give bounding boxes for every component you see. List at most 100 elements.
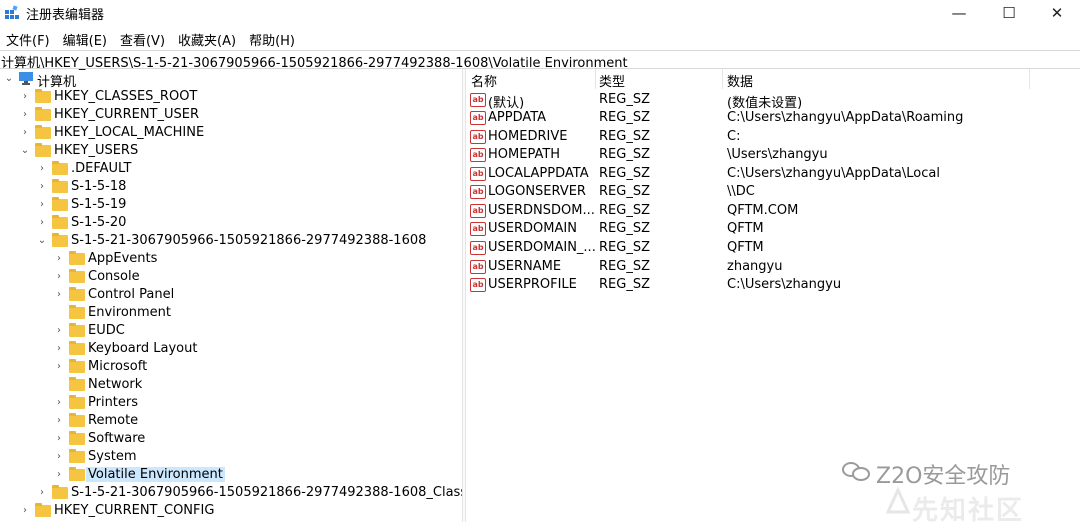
tree-node-user-sid-classes[interactable]: › S-1-5-21-3067905966-1505921866-2977492…	[0, 484, 462, 502]
tree-node-user-sid[interactable]: ⌄ S-1-5-21-3067905966-1505921866-2977492…	[0, 232, 462, 250]
column-header-data[interactable]: 数据	[727, 71, 753, 90]
folder-icon	[69, 377, 85, 391]
chevron-right-icon[interactable]: ›	[54, 254, 64, 264]
tree-node-printers[interactable]: › Printers	[0, 394, 462, 412]
folder-icon	[69, 269, 85, 283]
address-bar[interactable]: 计算机\HKEY_USERS\S-1-5-21-3067905966-15059…	[0, 50, 1080, 71]
chevron-right-icon[interactable]: ›	[54, 290, 64, 300]
folder-icon	[69, 413, 85, 427]
menu-favorites[interactable]: 收藏夹(A)	[172, 28, 243, 49]
tree-node-hkey-local-machine[interactable]: › HKEY_LOCAL_MACHINE	[0, 124, 462, 142]
chevron-right-icon[interactable]: ›	[54, 452, 64, 462]
tree-node-software[interactable]: › Software	[0, 430, 462, 448]
menu-view[interactable]: 查看(V)	[114, 28, 172, 49]
value-type: REG_SZ	[599, 277, 650, 292]
folder-icon	[35, 503, 51, 517]
chevron-down-icon[interactable]: ⌄	[20, 146, 30, 156]
title-bar: 注册表编辑器 — ☐ ✕	[0, 0, 1080, 26]
value-row[interactable]: ab APPDATA REG_SZ C:\Users\zhangyu\AppDa…	[467, 109, 1080, 127]
value-row[interactable]: ab HOMEPATH REG_SZ \Users\zhangyu	[467, 146, 1080, 164]
tree-node-default[interactable]: › .DEFAULT	[0, 160, 462, 178]
chevron-right-icon[interactable]: ›	[54, 398, 64, 408]
tree-node-label: Remote	[88, 413, 139, 428]
tree-node-label: Control Panel	[88, 287, 175, 302]
tree-node-label: Microsoft	[88, 359, 148, 374]
tree-node-appevents[interactable]: › AppEvents	[0, 250, 462, 268]
tree-node-label: Environment	[88, 305, 172, 320]
folder-icon	[69, 341, 85, 355]
minimize-button[interactable]: —	[936, 0, 982, 26]
string-value-icon: ab	[470, 167, 486, 181]
tree-node-console[interactable]: › Console	[0, 268, 462, 286]
window-title: 注册表编辑器	[26, 8, 105, 23]
value-row[interactable]: ab USERDOMAIN_... REG_SZ QFTM	[467, 239, 1080, 257]
tree-node-s-1-5-20[interactable]: › S-1-5-20	[0, 214, 462, 232]
value-row[interactable]: ab USERPROFILE REG_SZ C:\Users\zhangyu	[467, 276, 1080, 294]
tree-node-hkey-users[interactable]: ⌄ HKEY_USERS	[0, 142, 462, 160]
tree-node-keyboard-layout[interactable]: › Keyboard Layout	[0, 340, 462, 358]
chevron-right-icon[interactable]: ›	[20, 128, 30, 138]
tree-node-label: S-1-5-18	[71, 179, 127, 194]
tree-node-computer[interactable]: ⌄ 计算机	[0, 70, 462, 90]
tree-node-s-1-5-18[interactable]: › S-1-5-18	[0, 178, 462, 196]
chevron-down-icon[interactable]: ⌄	[4, 74, 14, 84]
tree-node-eudc[interactable]: › EUDC	[0, 322, 462, 340]
value-row[interactable]: ab LOCALAPPDATA REG_SZ C:\Users\zhangyu\…	[467, 165, 1080, 183]
chevron-right-icon[interactable]: ›	[54, 344, 64, 354]
chevron-right-icon[interactable]: ›	[37, 218, 47, 228]
chevron-right-icon[interactable]: ›	[54, 416, 64, 426]
tree-node-environment[interactable]: Environment	[0, 304, 462, 322]
chevron-right-icon[interactable]: ›	[54, 434, 64, 444]
value-type: REG_SZ	[599, 92, 650, 107]
pane-splitter[interactable]	[462, 69, 466, 522]
chevron-right-icon[interactable]: ›	[54, 470, 64, 480]
maximize-button[interactable]: ☐	[986, 0, 1032, 26]
value-name: HOMEPATH	[488, 147, 561, 162]
tree-node-label: Software	[88, 431, 146, 446]
chevron-right-icon[interactable]: ›	[37, 164, 47, 174]
string-value-icon: ab	[470, 93, 486, 107]
column-divider[interactable]	[595, 69, 596, 89]
chevron-right-icon[interactable]: ›	[20, 506, 30, 516]
tree-node-hkey-classes-root[interactable]: › HKEY_CLASSES_ROOT	[0, 88, 462, 106]
close-button[interactable]: ✕	[1034, 0, 1080, 26]
chevron-right-icon[interactable]: ›	[54, 326, 64, 336]
column-divider[interactable]	[722, 69, 723, 89]
tree-node-control-panel[interactable]: › Control Panel	[0, 286, 462, 304]
chevron-right-icon[interactable]: ›	[37, 200, 47, 210]
column-divider[interactable]	[1029, 69, 1030, 89]
tree-node-hkey-current-user[interactable]: › HKEY_CURRENT_USER	[0, 106, 462, 124]
tree-node-label: Printers	[88, 395, 139, 410]
chevron-right-icon[interactable]: ›	[54, 272, 64, 282]
value-row[interactable]: ab USERDNSDOM... REG_SZ QFTM.COM	[467, 202, 1080, 220]
chevron-right-icon[interactable]: ›	[37, 182, 47, 192]
tree-node-hkey-current-config[interactable]: › HKEY_CURRENT_CONFIG	[0, 502, 462, 520]
chevron-right-icon[interactable]: ›	[54, 362, 64, 372]
chevron-right-icon[interactable]: ›	[20, 110, 30, 120]
chevron-down-icon[interactable]: ⌄	[37, 236, 47, 246]
tree-node-s-1-5-19[interactable]: › S-1-5-19	[0, 196, 462, 214]
menu-help[interactable]: 帮助(H)	[243, 28, 302, 49]
tree-node-network[interactable]: Network	[0, 376, 462, 394]
tree-node-label: Network	[88, 377, 143, 392]
value-row[interactable]: ab (默认) REG_SZ (数值未设置)	[467, 91, 1080, 111]
tree-node-remote[interactable]: › Remote	[0, 412, 462, 430]
column-header-type[interactable]: 类型	[599, 71, 625, 90]
menu-file[interactable]: 文件(F)	[0, 28, 57, 49]
tree-node-microsoft[interactable]: › Microsoft	[0, 358, 462, 376]
column-header-name[interactable]: 名称	[471, 71, 497, 90]
value-row[interactable]: ab USERNAME REG_SZ zhangyu	[467, 258, 1080, 276]
value-row[interactable]: ab USERDOMAIN REG_SZ QFTM	[467, 220, 1080, 238]
menu-edit[interactable]: 编辑(E)	[57, 28, 114, 49]
chevron-right-icon[interactable]: ›	[20, 92, 30, 102]
tree-pane[interactable]: ⌄ 计算机 › HKEY_CLASSES_ROOT › HKEY_CURRENT…	[0, 69, 462, 522]
watermark: Z2O安全攻防 先知社区	[842, 454, 1072, 522]
chevron-right-icon[interactable]: ›	[37, 488, 47, 498]
folder-icon	[35, 107, 51, 121]
string-value-icon: ab	[470, 204, 486, 218]
folder-icon	[69, 305, 85, 319]
value-row[interactable]: ab HOMEDRIVE REG_SZ C:	[467, 128, 1080, 146]
value-row[interactable]: ab LOGONSERVER REG_SZ \\DC	[467, 183, 1080, 201]
tree-node-volatile-environment[interactable]: › Volatile Environment	[0, 466, 462, 484]
tree-node-system[interactable]: › System	[0, 448, 462, 466]
